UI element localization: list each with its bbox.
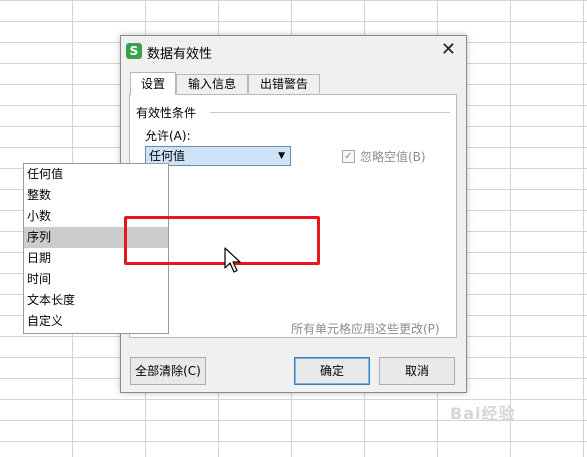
ignore-blank-checkbox[interactable]: ✓ xyxy=(342,150,355,163)
ignore-blank-label: 忽略空值(B) xyxy=(360,150,426,164)
data-validation-dialog: S 数据有效性 ✕ 设置 输入信息 出错警告 有效性条件 允许(A): 任何值 … xyxy=(120,35,467,393)
dropdown-option-any-value[interactable]: 任何值 xyxy=(24,164,168,185)
cancel-button[interactable]: 取消 xyxy=(379,357,455,385)
tab-error-alert[interactable]: 出错警告 xyxy=(248,74,320,93)
dialog-titlebar[interactable]: S 数据有效性 ✕ xyxy=(121,36,466,66)
dropdown-option-text-length[interactable]: 文本长度 xyxy=(24,290,168,311)
tab-settings[interactable]: 设置 xyxy=(130,72,176,95)
mouse-pointer-icon xyxy=(224,247,241,273)
clear-all-button[interactable]: 全部清除(C) xyxy=(130,357,206,385)
dropdown-option-custom[interactable]: 自定义 xyxy=(24,311,168,332)
highlight-annotation-box xyxy=(124,216,320,265)
dialog-title: 数据有效性 xyxy=(147,47,213,62)
chevron-down-icon[interactable]: ▼ xyxy=(278,147,285,165)
allow-label: 允许(A): xyxy=(145,129,191,143)
group-divider xyxy=(210,112,450,113)
ok-button[interactable]: 确定 xyxy=(294,357,370,385)
baidu-watermark: Bai经验 xyxy=(450,404,516,423)
tab-input-message[interactable]: 输入信息 xyxy=(176,74,248,93)
close-icon[interactable]: ✕ xyxy=(441,40,456,60)
ignore-blank-option[interactable]: ✓ 忽略空值(B) xyxy=(342,148,426,165)
allow-select-value: 任何值 xyxy=(149,149,186,163)
apply-all-cells-label[interactable]: 所有单元格应用这些更改(P) xyxy=(291,320,440,337)
dropdown-option-integer[interactable]: 整数 xyxy=(24,185,168,206)
dropdown-option-time[interactable]: 时间 xyxy=(24,269,168,290)
wps-app-icon: S xyxy=(126,43,142,59)
validation-criteria-heading: 有效性条件 xyxy=(136,106,197,120)
